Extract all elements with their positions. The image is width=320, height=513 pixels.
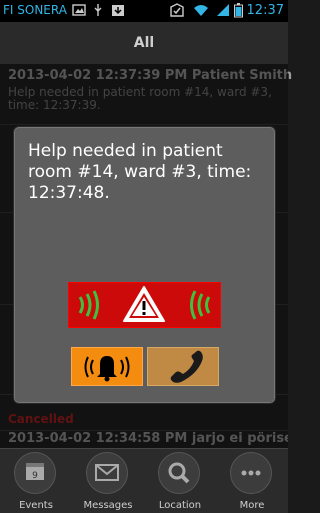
ringing-bell-icon: [84, 356, 130, 382]
envelope-icon: [95, 464, 119, 481]
tab-messages[interactable]: Messages: [72, 449, 144, 513]
tab-label: Events: [19, 500, 53, 511]
signal-icon: [217, 4, 229, 16]
battery-icon: [234, 3, 243, 18]
warning-alarm-icon: [78, 286, 211, 322]
carrier-label: FI SONERA: [3, 3, 67, 17]
dialog-message: Help needed in patient room #14, ward #3…: [28, 141, 252, 203]
tab-label: Location: [158, 500, 202, 511]
alarm-icon: [170, 3, 184, 17]
tab-location-circle: [158, 452, 200, 494]
tab-messages-circle: [86, 452, 128, 494]
svg-text:9: 9: [32, 471, 38, 481]
alarm-dialog: Help needed in patient room #14, ward #3…: [13, 126, 276, 404]
tab-more-circle: [230, 452, 272, 494]
clock: 12:37: [246, 3, 284, 18]
search-icon: [168, 462, 190, 484]
tab-more[interactable]: More: [216, 449, 288, 513]
acknowledge-button[interactable]: [71, 347, 143, 386]
wifi-icon: [194, 5, 208, 16]
calendar-icon: 9: [26, 463, 44, 481]
more-icon: [241, 470, 261, 476]
phone-handset-icon: [170, 350, 203, 383]
alarm-button[interactable]: [68, 282, 221, 328]
call-button[interactable]: [147, 347, 219, 386]
download-icon: [112, 5, 124, 16]
image-icon: [72, 4, 86, 16]
bottom-nav: 9 Events Messages Location More: [0, 448, 288, 513]
tab-location[interactable]: Location: [144, 449, 216, 513]
status-bar: FI SONERA 12:37: [0, 0, 288, 22]
tab-label: More: [239, 500, 265, 511]
title-bar: All: [0, 22, 288, 65]
usb-icon: [94, 4, 102, 16]
tab-label: Messages: [83, 500, 133, 511]
tab-events[interactable]: 9 Events: [0, 449, 72, 513]
tab-events-circle: 9: [14, 452, 56, 494]
page-title[interactable]: All: [0, 35, 288, 51]
